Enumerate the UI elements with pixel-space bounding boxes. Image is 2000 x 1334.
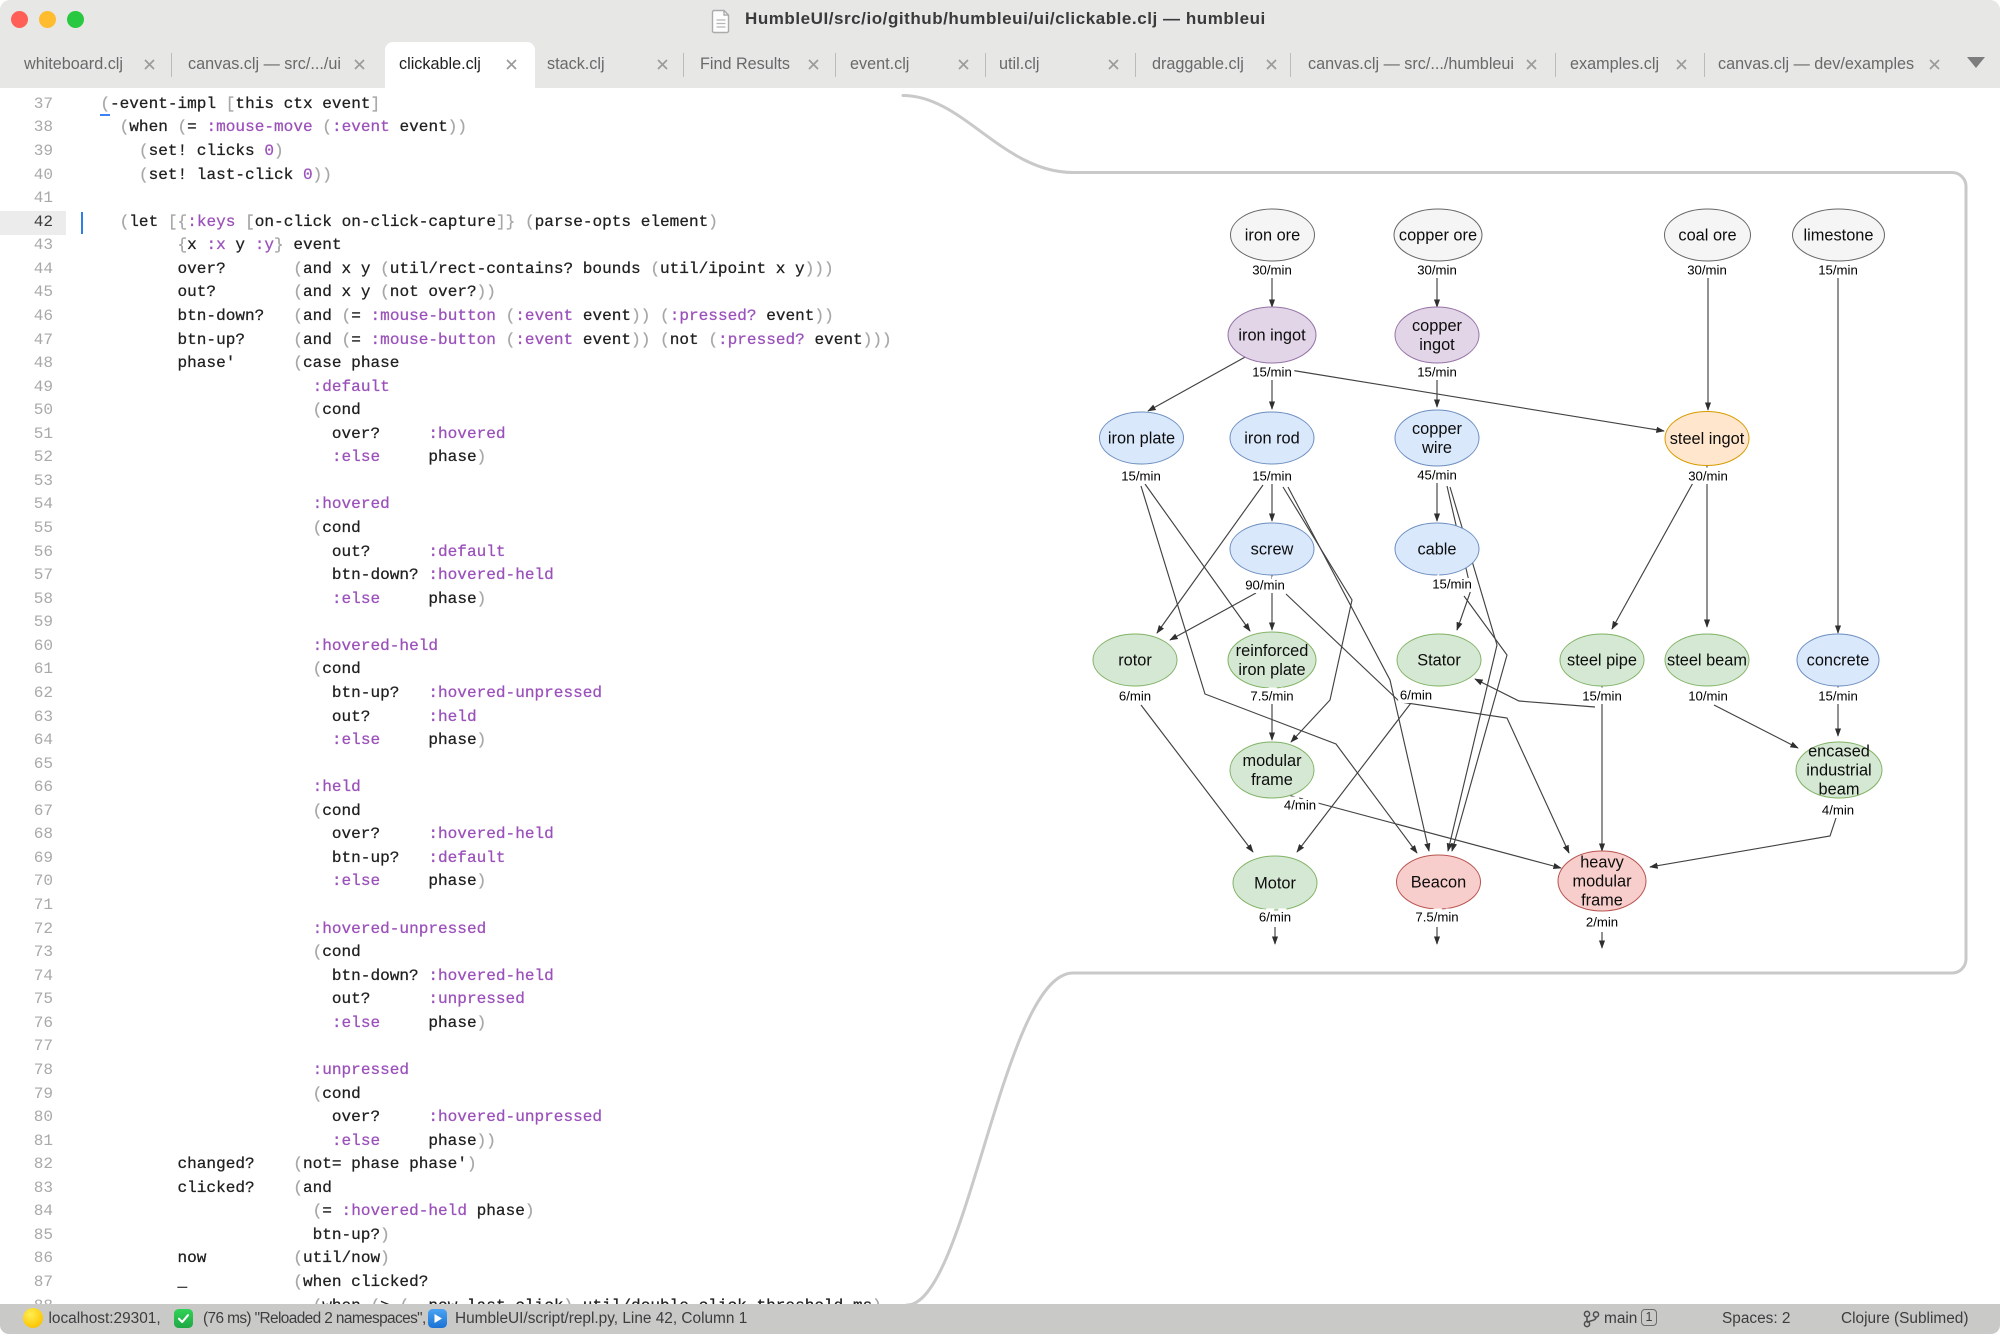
svg-text:rotor: rotor bbox=[1118, 652, 1152, 670]
svg-text:iron rod: iron rod bbox=[1244, 430, 1299, 448]
svg-text:steel beam: steel beam bbox=[1667, 652, 1747, 670]
svg-text:limestone: limestone bbox=[1804, 227, 1874, 245]
svg-text:6/min: 6/min bbox=[1259, 910, 1291, 925]
svg-text:4/min: 4/min bbox=[1822, 803, 1854, 818]
svg-text:iron ore: iron ore bbox=[1245, 227, 1300, 245]
svg-text:30/min: 30/min bbox=[1687, 263, 1727, 278]
svg-text:iron plate: iron plate bbox=[1108, 430, 1175, 448]
svg-text:10/min: 10/min bbox=[1688, 689, 1728, 704]
svg-text:30/min: 30/min bbox=[1688, 469, 1728, 484]
svg-text:15/min: 15/min bbox=[1121, 469, 1161, 484]
svg-text:15/min: 15/min bbox=[1417, 365, 1457, 380]
svg-text:30/min: 30/min bbox=[1252, 263, 1292, 278]
svg-text:Beacon: Beacon bbox=[1411, 874, 1466, 892]
svg-text:15/min: 15/min bbox=[1252, 365, 1292, 380]
svg-text:iron ingot: iron ingot bbox=[1238, 327, 1306, 345]
svg-text:wire: wire bbox=[1421, 439, 1452, 457]
svg-text:6/min: 6/min bbox=[1119, 689, 1151, 704]
svg-text:15/min: 15/min bbox=[1818, 263, 1858, 278]
svg-text:7.5/min: 7.5/min bbox=[1415, 910, 1458, 925]
svg-text:encased: encased bbox=[1808, 743, 1870, 761]
svg-text:15/min: 15/min bbox=[1252, 469, 1292, 484]
svg-text:Motor: Motor bbox=[1254, 875, 1296, 893]
svg-text:modular: modular bbox=[1242, 752, 1302, 770]
svg-text:copper ore: copper ore bbox=[1399, 227, 1477, 245]
svg-text:cable: cable bbox=[1417, 541, 1456, 559]
svg-text:4/min: 4/min bbox=[1284, 798, 1316, 813]
svg-text:15/min: 15/min bbox=[1818, 689, 1858, 704]
svg-text:reinforced: reinforced bbox=[1236, 642, 1309, 660]
svg-text:ingot: ingot bbox=[1419, 336, 1455, 354]
svg-text:frame: frame bbox=[1581, 892, 1623, 910]
svg-text:steel ingot: steel ingot bbox=[1670, 430, 1745, 448]
svg-text:15/min: 15/min bbox=[1432, 577, 1472, 592]
svg-text:coal ore: coal ore bbox=[1678, 227, 1736, 245]
svg-text:30/min: 30/min bbox=[1417, 263, 1457, 278]
svg-text:industrial: industrial bbox=[1806, 762, 1871, 780]
svg-text:7.5/min: 7.5/min bbox=[1250, 689, 1293, 704]
svg-text:15/min: 15/min bbox=[1582, 689, 1622, 704]
svg-text:90/min: 90/min bbox=[1245, 578, 1285, 593]
svg-text:copper: copper bbox=[1412, 317, 1463, 335]
svg-text:beam: beam bbox=[1819, 781, 1860, 799]
svg-text:concrete: concrete bbox=[1807, 652, 1870, 670]
svg-text:modular: modular bbox=[1572, 873, 1632, 891]
svg-text:steel pipe: steel pipe bbox=[1567, 652, 1637, 670]
svg-text:frame: frame bbox=[1251, 771, 1293, 789]
svg-text:screw: screw bbox=[1251, 541, 1294, 559]
svg-text:heavy: heavy bbox=[1580, 854, 1624, 872]
svg-text:45/min: 45/min bbox=[1417, 468, 1457, 483]
svg-text:copper: copper bbox=[1412, 420, 1463, 438]
svg-text:iron plate: iron plate bbox=[1238, 661, 1305, 679]
svg-text:Stator: Stator bbox=[1417, 652, 1461, 670]
svg-text:2/min: 2/min bbox=[1586, 915, 1618, 930]
svg-text:6/min: 6/min bbox=[1400, 688, 1432, 703]
